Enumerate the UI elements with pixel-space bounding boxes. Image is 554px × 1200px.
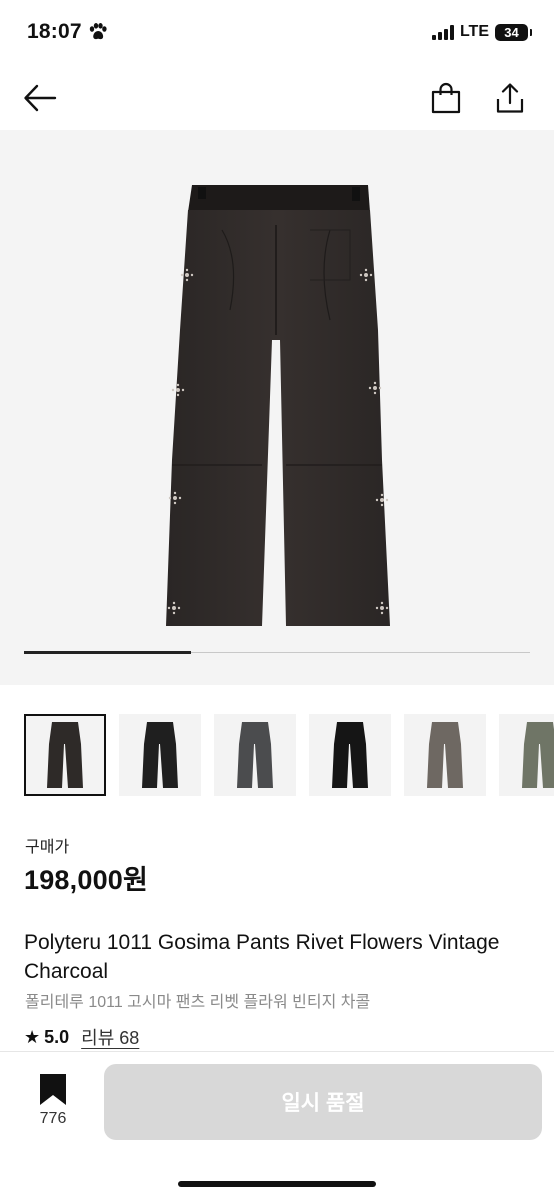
bookmark-count: 776	[39, 1110, 67, 1127]
status-time-text: 18:07	[27, 20, 82, 43]
thumbnail-5[interactable]	[404, 714, 486, 796]
battery-icon: 34	[495, 23, 532, 41]
product-image-carousel[interactable]	[0, 130, 554, 685]
thumbnail-6[interactable]	[499, 714, 554, 796]
thumbnail-image	[142, 722, 178, 788]
thumbnail-image	[237, 722, 273, 788]
carousel-progress-fill	[24, 651, 191, 654]
rating-row: ★ 5.0 리뷰 68	[24, 1024, 139, 1050]
price-label: 구매가	[25, 839, 70, 856]
arrow-left-icon	[24, 84, 57, 112]
thumbnail-3[interactable]	[214, 714, 296, 796]
review-link[interactable]: 리뷰 68	[81, 1024, 139, 1050]
back-button[interactable]	[20, 78, 60, 118]
paw-icon	[89, 23, 107, 40]
thumbnail-image	[332, 722, 368, 788]
product-title-korean: 폴리테루 1011 고시마 팬츠 리벳 플라워 빈티지 차콜	[25, 994, 371, 1011]
cart-button[interactable]	[426, 78, 466, 118]
carousel-progress	[24, 651, 530, 654]
thumbnail-image	[522, 722, 554, 788]
bookmark-icon	[40, 1074, 66, 1105]
bottom-divider	[0, 1051, 554, 1052]
top-navigation	[0, 66, 554, 130]
sold-out-button[interactable]: 일시 품절	[104, 1064, 542, 1140]
signal-icon	[431, 24, 454, 40]
product-image	[166, 185, 390, 626]
status-bar: 18:07 LTE 34	[0, 0, 554, 66]
thumbnail-4[interactable]	[309, 714, 391, 796]
thumbnail-2[interactable]	[119, 714, 201, 796]
network-type: LTE	[459, 23, 489, 40]
star-icon: ★	[24, 1026, 41, 1047]
bookmark-button[interactable]: 776	[30, 1074, 76, 1134]
thumbnail-1[interactable]	[24, 714, 106, 796]
status-time: 18:07	[27, 20, 108, 44]
sold-out-label: 일시 품절	[281, 1092, 365, 1115]
shopping-bag-icon	[431, 82, 461, 114]
product-title: Polyteru 1011 Gosima Pants Rivet Flowers…	[24, 931, 500, 983]
thumbnail-strip[interactable]	[24, 714, 554, 798]
status-indicators: LTE 34	[431, 23, 532, 41]
thumbnail-image	[427, 722, 463, 788]
thumbnail-image	[47, 722, 83, 788]
share-button[interactable]	[490, 78, 530, 118]
price: 198,000원	[24, 865, 149, 895]
share-icon	[496, 83, 524, 113]
home-indicator	[178, 1181, 376, 1187]
rating-score: 5.0	[44, 1026, 70, 1047]
battery-level: 34	[504, 24, 519, 40]
